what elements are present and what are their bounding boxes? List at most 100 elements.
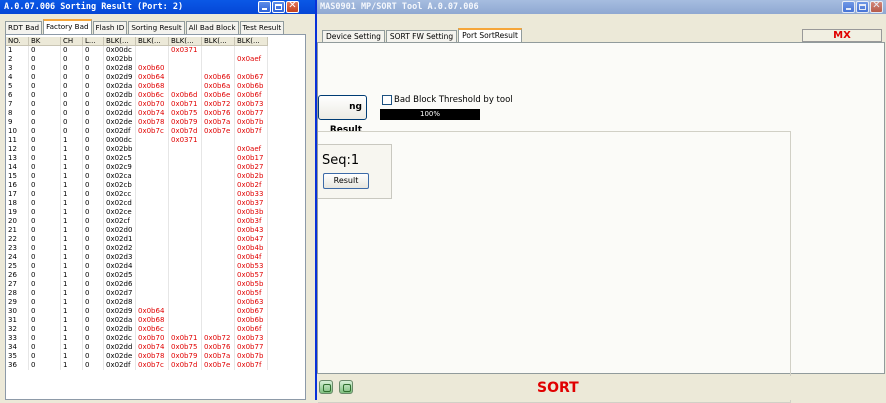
- table-row[interactable]: 17 0 1 0 0x02cc 0x0b33: [6, 190, 305, 199]
- table-cell: 1: [61, 145, 83, 154]
- tab-rdt-bad[interactable]: RDT Bad: [5, 21, 43, 34]
- table-row[interactable]: 28 0 1 0 0x02d7 0x0b5f: [6, 289, 305, 298]
- table-row[interactable]: 16 0 1 0 0x02cb 0x0b2f: [6, 181, 305, 190]
- sorting-result-button[interactable]: ng Result: [318, 95, 367, 135]
- tab-flash-id[interactable]: Flash ID: [92, 21, 128, 34]
- table-row[interactable]: 13 0 1 0 0x02c5 0x0b17: [6, 154, 305, 163]
- table-cell: 0x0b79: [169, 352, 202, 361]
- table-row[interactable]: 8 0 0 0 0x02dd 0x0b74 0x0b75 0x0b76 0x0b77: [6, 109, 305, 118]
- maximize-icon[interactable]: [272, 1, 285, 13]
- table-cell: 0: [83, 181, 104, 190]
- column-header[interactable]: BLK(...: [235, 37, 268, 46]
- table-cell: 0: [29, 217, 61, 226]
- table-row[interactable]: 14 0 1 0 0x02c9 0x0b27: [6, 163, 305, 172]
- table-cell: 0x02db: [104, 91, 136, 100]
- table-row[interactable]: 25 0 1 0 0x02d4 0x0b53: [6, 262, 305, 271]
- table-cell: 0: [83, 298, 104, 307]
- table-row[interactable]: 6 0 0 0 0x02db 0x0b6c 0x0b6d 0x0b6e 0x0b6f: [6, 91, 305, 100]
- green-square-icon[interactable]: [339, 380, 353, 394]
- table-row[interactable]: 30 0 1 0 0x02d9 0x0b64 0x0b67: [6, 307, 305, 316]
- table-row[interactable]: 19 0 1 0 0x02ce 0x0b3b: [6, 208, 305, 217]
- checkbox-box[interactable]: [382, 95, 392, 105]
- column-header[interactable]: L...: [83, 37, 104, 46]
- table-cell: 0x0b78: [136, 118, 169, 127]
- tab-port-sortresult[interactable]: Port SortResult: [458, 28, 522, 43]
- column-header[interactable]: BLK(...: [202, 37, 235, 46]
- close-icon[interactable]: ✕: [870, 0, 883, 13]
- column-header[interactable]: BLK(...: [136, 37, 169, 46]
- table-row[interactable]: 5 0 0 0 0x02da 0x0b68 0x0b6a 0x0b6b: [6, 82, 305, 91]
- table-cell: 0x0b70: [136, 100, 169, 109]
- table-row[interactable]: 10 0 0 0 0x02df 0x0b7c 0x0b7d 0x0b7e 0x0b7f: [6, 127, 305, 136]
- table-cell: 0x0b67: [235, 73, 268, 82]
- table-cell: 32: [6, 325, 29, 334]
- minimize-icon[interactable]: [258, 1, 271, 13]
- table-row[interactable]: 11 0 1 0 0x00dc 0x0371: [6, 136, 305, 145]
- table-row[interactable]: 15 0 1 0 0x02ca 0x0b2b: [6, 172, 305, 181]
- table-cell: [202, 46, 235, 55]
- table-row[interactable]: 23 0 1 0 0x02d2 0x0b4b: [6, 244, 305, 253]
- table-row[interactable]: 3 0 0 0 0x02d8 0x0b60: [6, 64, 305, 73]
- table-row[interactable]: 35 0 1 0 0x02de 0x0b78 0x0b79 0x0b7a 0x0b7b: [6, 352, 305, 361]
- table-row[interactable]: 31 0 1 0 0x02da 0x0b68 0x0b6b: [6, 316, 305, 325]
- table-cell: 0: [83, 55, 104, 64]
- bad-block-threshold-checkbox[interactable]: Bad Block Threshold by tool: [382, 95, 513, 105]
- table-row[interactable]: 4 0 0 0 0x02d9 0x0b64 0x0b66 0x0b67: [6, 73, 305, 82]
- table-cell: [202, 271, 235, 280]
- table-row[interactable]: 29 0 1 0 0x02d8 0x0b63: [6, 298, 305, 307]
- column-header[interactable]: CH: [61, 37, 83, 46]
- table-row[interactable]: 32 0 1 0 0x02db 0x0b6c 0x0b6f: [6, 325, 305, 334]
- table-row[interactable]: 18 0 1 0 0x02cd 0x0b37: [6, 199, 305, 208]
- tab-sorting-result[interactable]: Sorting Result: [128, 21, 185, 34]
- green-square-icon[interactable]: [319, 380, 333, 394]
- table-cell: 0: [83, 172, 104, 181]
- table-cell: [169, 208, 202, 217]
- table-cell: 0: [29, 253, 61, 262]
- table-row[interactable]: 22 0 1 0 0x02d1 0x0b47: [6, 235, 305, 244]
- column-header[interactable]: NO.: [6, 37, 29, 46]
- table-cell: 0x0aef: [235, 55, 268, 64]
- table-cell: 13: [6, 154, 29, 163]
- table-cell: [169, 73, 202, 82]
- table-cell: [136, 217, 169, 226]
- table-row[interactable]: 36 0 1 0 0x02df 0x0b7c 0x0b7d 0x0b7e 0x0b7f: [6, 361, 305, 370]
- close-icon[interactable]: ✕: [286, 0, 299, 13]
- table-row[interactable]: 2 0 0 0 0x02bb 0x0aef: [6, 55, 305, 64]
- table-row[interactable]: 20 0 1 0 0x02cf 0x0b3f: [6, 217, 305, 226]
- tab-factory-bad[interactable]: Factory Bad: [43, 19, 92, 34]
- table-cell: 0: [29, 73, 61, 82]
- minimize-icon[interactable]: [842, 1, 855, 13]
- main-window-title: MAS0901 MP/SORT Tool A.0.07.006: [320, 2, 479, 12]
- table-cell: 0x0b78: [136, 352, 169, 361]
- table-row[interactable]: 9 0 0 0 0x02de 0x0b78 0x0b79 0x0b7a 0x0b7b: [6, 118, 305, 127]
- sorting-title-bar[interactable]: A.0.07.006 Sorting Result (Port: 2) ✕: [0, 0, 315, 14]
- table-row[interactable]: 7 0 0 0 0x02dc 0x0b70 0x0b71 0x0b72 0x0b73: [6, 100, 305, 109]
- table-cell: 0: [83, 352, 104, 361]
- tab-all-bad-block[interactable]: All Bad Block: [185, 21, 239, 34]
- table-row[interactable]: 12 0 1 0 0x02bb 0x0aef: [6, 145, 305, 154]
- table-row[interactable]: 1 0 0 0 0x00dc 0x0371: [6, 46, 305, 55]
- column-header[interactable]: BLK(...: [104, 37, 136, 46]
- table-cell: 0x02d7: [104, 289, 136, 298]
- table-row[interactable]: 27 0 1 0 0x02d6 0x0b5b: [6, 280, 305, 289]
- table-cell: 0: [61, 73, 83, 82]
- table-row[interactable]: 33 0 1 0 0x02dc 0x0b70 0x0b71 0x0b72 0x0b73: [6, 334, 305, 343]
- column-header[interactable]: BLK(...: [169, 37, 202, 46]
- column-header[interactable]: BK: [29, 37, 61, 46]
- table-row[interactable]: 21 0 1 0 0x02d0 0x0b43: [6, 226, 305, 235]
- table-cell: 0x0b68: [136, 82, 169, 91]
- table-cell: 9: [6, 118, 29, 127]
- main-title-bar[interactable]: MAS0901 MP/SORT Tool A.0.07.006 ✕: [317, 0, 886, 14]
- result-button[interactable]: Result: [323, 173, 369, 189]
- table-cell: 0: [83, 271, 104, 280]
- table-cell: 0x02cc: [104, 190, 136, 199]
- table-row[interactable]: 24 0 1 0 0x02d3 0x0b4f: [6, 253, 305, 262]
- tab-test-result[interactable]: Test Result: [239, 21, 285, 34]
- table-cell: 0: [83, 190, 104, 199]
- table-cell: 0x0b72: [202, 334, 235, 343]
- table-row[interactable]: 34 0 1 0 0x02dd 0x0b74 0x0b75 0x0b76 0x0b77: [6, 343, 305, 352]
- table-cell: [136, 181, 169, 190]
- table-row[interactable]: 26 0 1 0 0x02d5 0x0b57: [6, 271, 305, 280]
- maximize-icon[interactable]: [856, 1, 869, 13]
- factory-bad-grid[interactable]: NO. BK CH L... BLK(... BLK(... BLK(... BLK(... B…: [5, 34, 306, 400]
